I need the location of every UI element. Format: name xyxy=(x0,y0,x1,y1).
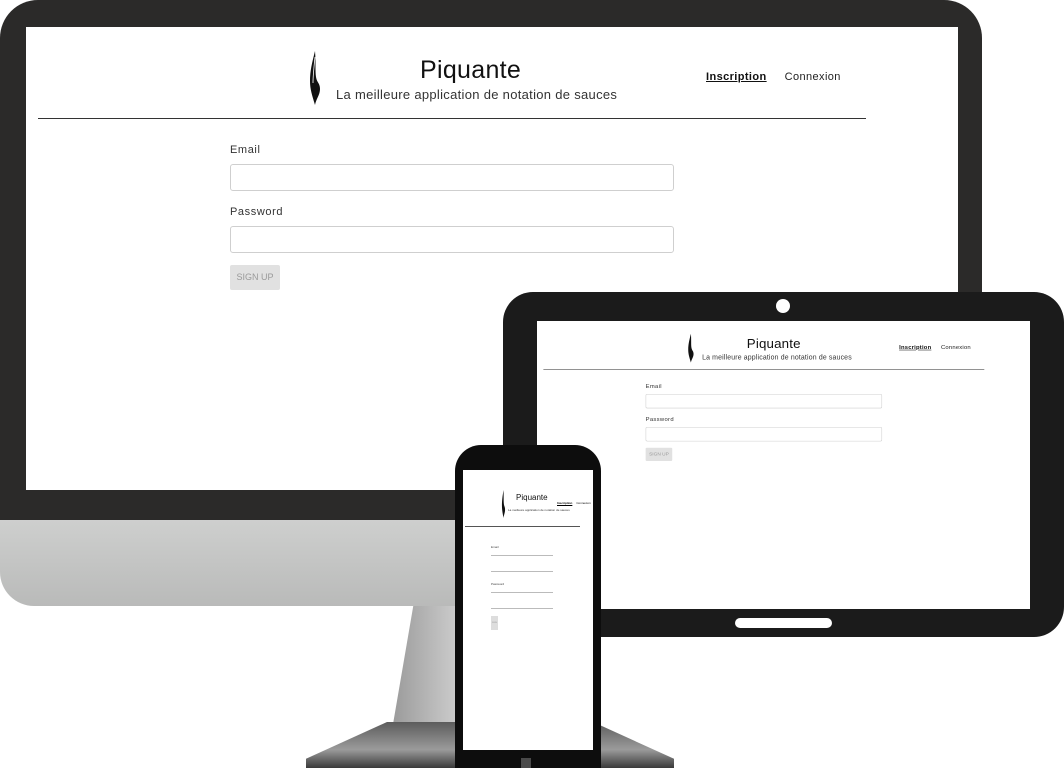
password-label: Password xyxy=(645,416,674,423)
app-subtitle: La meilleure application de notation de … xyxy=(336,87,618,102)
sign-up-button[interactable]: SIGN UP xyxy=(491,616,498,630)
top-nav: Inscription Connexion xyxy=(706,71,841,83)
password-label: Password xyxy=(230,206,284,218)
password-field[interactable] xyxy=(491,592,553,593)
sign-up-button[interactable]: SIGN UP xyxy=(230,265,280,290)
flame-icon xyxy=(310,51,320,105)
header-divider xyxy=(465,526,580,527)
password-field-underline xyxy=(491,608,553,609)
app-subtitle: La meilleure application de notation de … xyxy=(702,352,852,361)
nav-inscription-link[interactable]: Inscription xyxy=(706,71,767,83)
email-label: Email xyxy=(491,545,499,549)
header-divider xyxy=(38,118,866,119)
nav-inscription-link[interactable]: Inscription xyxy=(899,344,931,350)
email-label: Email xyxy=(645,383,662,390)
app-title: Piquante xyxy=(516,493,548,502)
email-field-underline xyxy=(491,571,553,572)
password-label: Password xyxy=(491,582,505,586)
email-field[interactable] xyxy=(230,164,674,191)
email-field[interactable] xyxy=(491,555,553,556)
password-field[interactable] xyxy=(645,426,883,442)
password-field[interactable] xyxy=(230,226,674,253)
nav-connexion-link[interactable]: Connexion xyxy=(941,344,971,350)
sign-up-button[interactable]: SIGN UP xyxy=(645,447,673,462)
app-title: Piquante xyxy=(746,336,801,352)
phone-app: Piquante La meilleure application de not… xyxy=(463,470,593,750)
nav-connexion-link[interactable]: Connexion xyxy=(785,71,841,83)
flame-icon xyxy=(688,333,694,363)
top-nav: Inscription Connexion xyxy=(899,344,971,350)
email-field[interactable] xyxy=(645,393,883,409)
email-label: Email xyxy=(230,144,261,156)
phone-screen: Piquante La meilleure application de not… xyxy=(463,470,593,750)
flame-icon xyxy=(501,490,506,518)
header-divider xyxy=(543,369,985,370)
tablet-camera xyxy=(776,299,790,313)
tablet-app: Piquante La meilleure application de not… xyxy=(537,321,1030,568)
tablet-home-bar xyxy=(735,618,832,628)
nav-connexion-link[interactable]: Connexion xyxy=(576,501,590,505)
phone-home-button xyxy=(521,758,531,768)
app-subtitle: La meilleure application de notation de … xyxy=(508,508,570,512)
top-nav: Inscription Connexion xyxy=(557,501,591,505)
nav-inscription-link[interactable]: Inscription xyxy=(557,501,572,505)
tablet-screen: Piquante La meilleure application de not… xyxy=(537,321,1030,609)
app-title: Piquante xyxy=(420,56,522,84)
